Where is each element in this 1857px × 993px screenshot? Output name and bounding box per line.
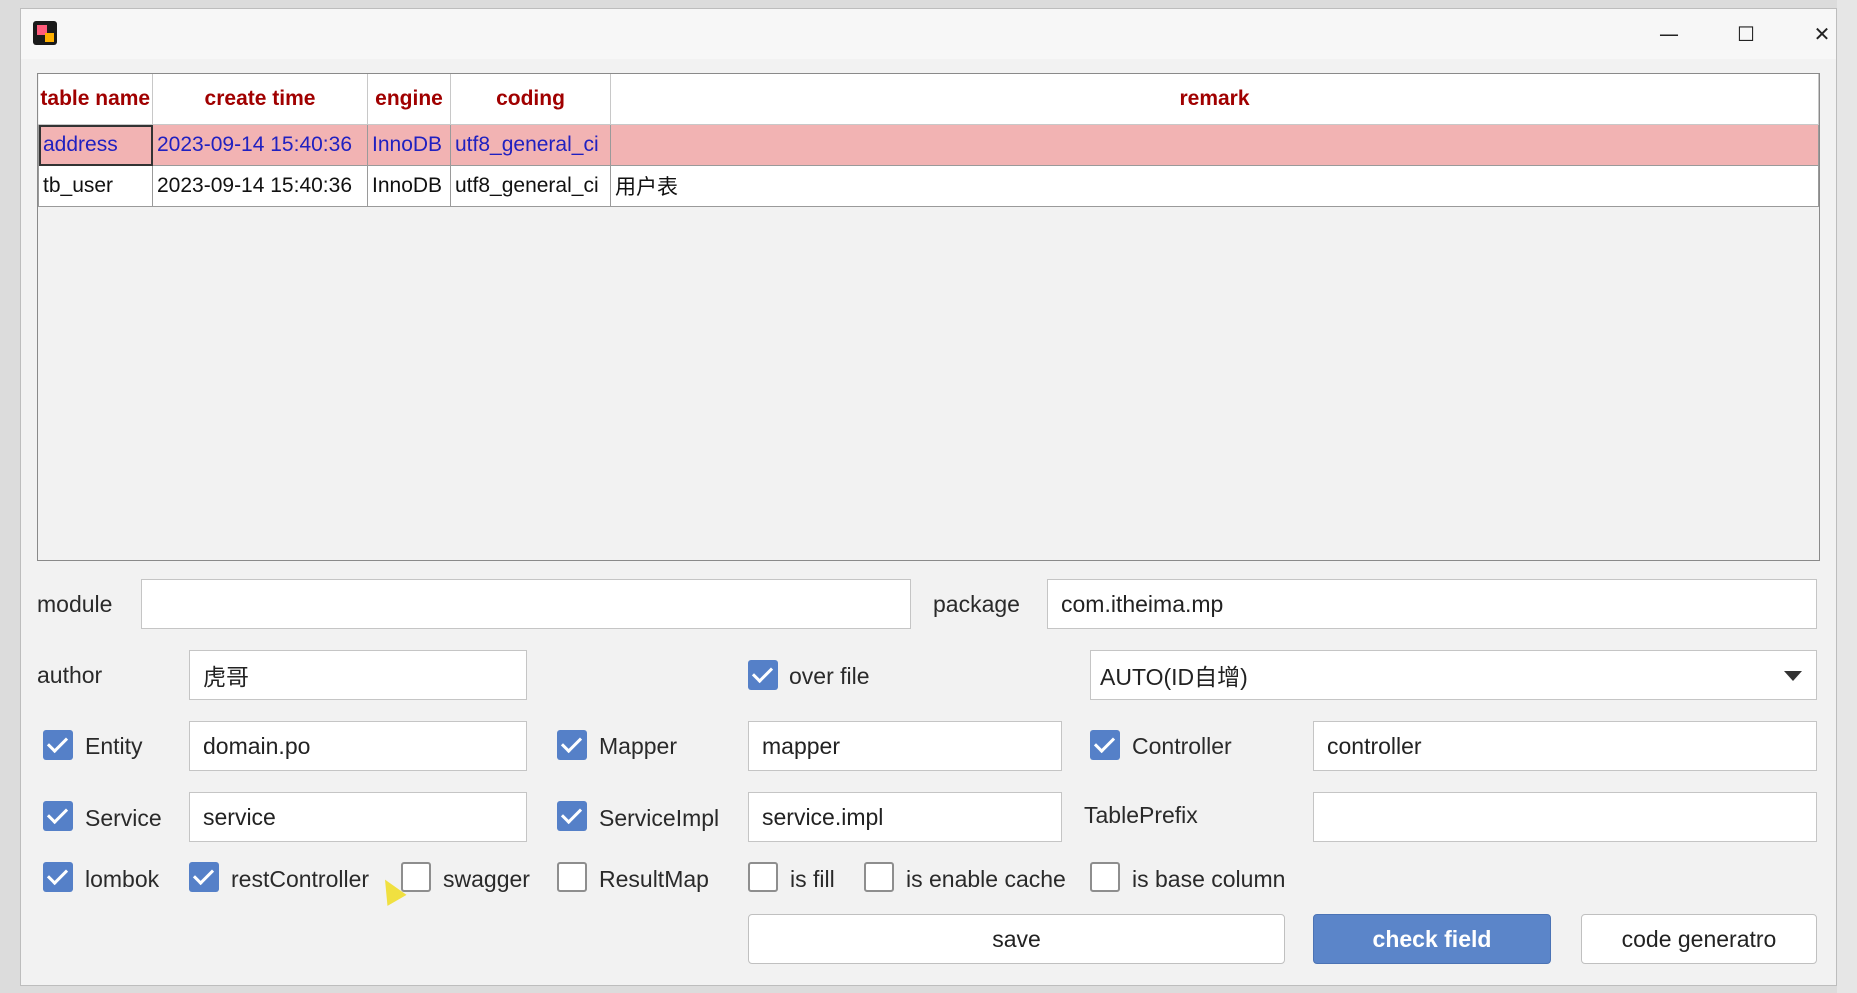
lombok-label: lombok xyxy=(85,866,160,892)
cell-coding[interactable]: utf8_general_ci xyxy=(450,124,611,166)
swagger-label: swagger xyxy=(443,866,530,892)
save-button[interactable]: save xyxy=(748,914,1285,964)
controller-checkbox[interactable] xyxy=(1090,730,1120,760)
lombok-checkbox[interactable] xyxy=(43,862,73,892)
generator-dialog: — ☐ ✕ table name create time engine codi… xyxy=(20,8,1837,986)
swagger-checkbox[interactable] xyxy=(401,862,431,892)
background-ide-strip xyxy=(1837,0,1857,993)
entity-checkbox[interactable] xyxy=(43,730,73,760)
cell-table-name[interactable]: tb_user xyxy=(38,165,153,207)
resultmap-checkbox[interactable] xyxy=(557,862,587,892)
code-generator-button[interactable]: code generatro xyxy=(1581,914,1817,964)
cell-create-time[interactable]: 2023-09-14 15:40:36 xyxy=(152,165,368,207)
is-base-column-label: is base column xyxy=(1132,866,1286,892)
is-fill-label: is fill xyxy=(790,866,835,892)
restcontroller-label: restController xyxy=(231,866,370,892)
title-bar: — ☐ ✕ xyxy=(21,9,1836,59)
is-enable-cache-label: is enable cache xyxy=(906,866,1066,892)
chevron-down-icon xyxy=(1784,671,1802,681)
package-input[interactable]: com.itheima.mp xyxy=(1047,579,1817,629)
close-button[interactable]: ✕ xyxy=(1799,19,1845,49)
entity-input[interactable]: domain.po xyxy=(189,721,527,771)
resultmap-label: ResultMap xyxy=(599,866,709,892)
cell-engine[interactable]: InnoDB xyxy=(367,124,451,166)
table-row[interactable]: address 2023-09-14 15:40:36 InnoDB utf8_… xyxy=(38,124,1819,166)
over-file-checkbox[interactable] xyxy=(748,660,778,690)
minimize-button[interactable]: — xyxy=(1646,19,1692,49)
cell-engine[interactable]: InnoDB xyxy=(367,165,451,207)
controller-input[interactable]: controller xyxy=(1313,721,1817,771)
cell-remark[interactable] xyxy=(610,124,1819,166)
column-header-table-name[interactable]: table name xyxy=(38,74,153,125)
cell-table-name[interactable]: address xyxy=(38,124,153,166)
over-file-label: over file xyxy=(789,663,870,689)
cell-remark[interactable]: 用户表 xyxy=(610,165,1819,207)
cell-create-time[interactable]: 2023-09-14 15:40:36 xyxy=(152,124,368,166)
controller-label: Controller xyxy=(1132,733,1232,759)
table-header-row: table name create time engine coding rem… xyxy=(38,74,1819,125)
tableprefix-input[interactable] xyxy=(1313,792,1817,842)
module-input[interactable] xyxy=(141,579,911,629)
column-header-remark[interactable]: remark xyxy=(610,74,1819,125)
table-list[interactable]: table name create time engine coding rem… xyxy=(37,73,1820,561)
maximize-button[interactable]: ☐ xyxy=(1723,19,1769,49)
id-type-value: AUTO(ID自增) xyxy=(1100,664,1248,690)
entity-label: Entity xyxy=(85,733,143,759)
table-row[interactable]: tb_user 2023-09-14 15:40:36 InnoDB utf8_… xyxy=(38,165,1819,207)
column-header-create-time[interactable]: create time xyxy=(152,74,368,125)
intellij-app-icon xyxy=(33,21,57,45)
check-field-button[interactable]: check field xyxy=(1313,914,1551,964)
module-label: module xyxy=(37,591,113,617)
service-checkbox[interactable] xyxy=(43,801,73,831)
is-enable-cache-checkbox[interactable] xyxy=(864,862,894,892)
column-header-engine[interactable]: engine xyxy=(367,74,451,125)
mapper-label: Mapper xyxy=(599,733,677,759)
id-type-select[interactable]: AUTO(ID自增) xyxy=(1090,650,1817,700)
tableprefix-label: TablePrefix xyxy=(1084,802,1198,828)
author-label: author xyxy=(37,662,103,688)
author-input[interactable]: 虎哥 xyxy=(189,650,527,700)
is-base-column-checkbox[interactable] xyxy=(1090,862,1120,892)
serviceimpl-label: ServiceImpl xyxy=(599,805,720,831)
mapper-input[interactable]: mapper xyxy=(748,721,1062,771)
mapper-checkbox[interactable] xyxy=(557,730,587,760)
service-input[interactable]: service xyxy=(189,792,527,842)
restcontroller-checkbox[interactable] xyxy=(189,862,219,892)
cell-coding[interactable]: utf8_general_ci xyxy=(450,165,611,207)
serviceimpl-checkbox[interactable] xyxy=(557,801,587,831)
serviceimpl-input[interactable]: service.impl xyxy=(748,792,1062,842)
is-fill-checkbox[interactable] xyxy=(748,862,778,892)
service-label: Service xyxy=(85,805,162,831)
package-label: package xyxy=(933,591,1020,617)
column-header-coding[interactable]: coding xyxy=(450,74,611,125)
